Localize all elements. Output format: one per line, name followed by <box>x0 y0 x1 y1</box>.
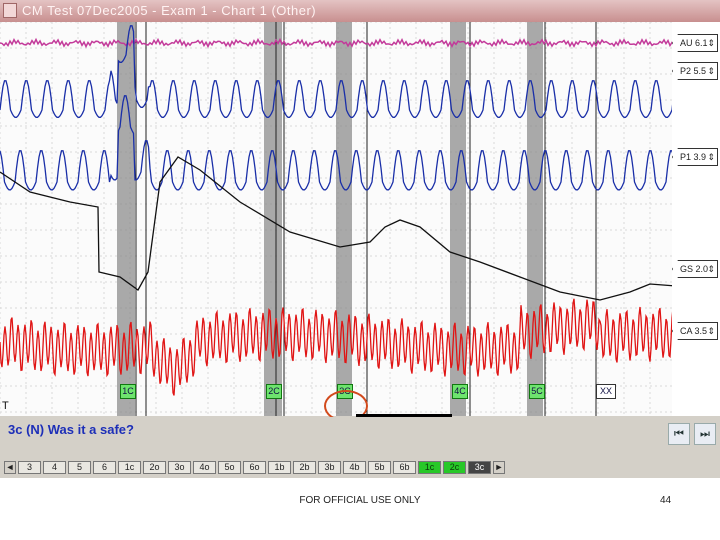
channel-au-text: AU 6.1 <box>680 38 708 48</box>
chart-tab[interactable]: 3b <box>318 461 341 474</box>
chart-tab[interactable]: 3c <box>468 461 491 474</box>
chart-tab[interactable]: 6b <box>393 461 416 474</box>
question-marker-5c[interactable]: 5C <box>529 384 545 399</box>
arrow-icon: ⇕ <box>707 66 715 76</box>
page-number: 44 <box>660 495 672 506</box>
tracings <box>0 22 676 416</box>
chart-tab[interactable]: 6o <box>243 461 266 474</box>
question-marker-2c[interactable]: 2C <box>266 384 282 399</box>
title-bar: CM Test 07Dec2005 - Exam 1 - Chart 1 (Ot… <box>0 0 720 22</box>
tab-scroll-left[interactable]: ◄ <box>4 461 16 474</box>
start-marker: T <box>2 400 9 412</box>
question-marker-4c[interactable]: 4C <box>452 384 468 399</box>
chart-tab[interactable]: 1c <box>418 461 441 474</box>
skip-forward-icon: ⏭ <box>700 428 710 440</box>
channel-gs-label[interactable]: GS 2.0 ⇕ <box>672 260 718 278</box>
arrow-icon: ⇕ <box>707 38 715 48</box>
arrow-icon: ⇕ <box>707 152 715 162</box>
window-title: CM Test 07Dec2005 - Exam 1 - Chart 1 (Ot… <box>22 3 317 18</box>
chart-tab[interactable]: 4 <box>43 461 66 474</box>
question-bar: 3c (N) Was it a safe? ⏮ ⏭ <box>0 417 720 453</box>
tab-scroll-right[interactable]: ► <box>493 461 505 474</box>
chart-tab[interactable]: 4o <box>193 461 216 474</box>
channel-p1-text: P1 3.9 <box>680 152 707 162</box>
chart-tab[interactable]: 6 <box>93 461 116 474</box>
arrow-icon: ⇕ <box>707 264 715 274</box>
chart-area[interactable] <box>0 22 676 416</box>
chart-tab[interactable]: 2c <box>443 461 466 474</box>
channel-gs-text: GS 2.0 <box>680 264 709 274</box>
chart-tab[interactable]: 1b <box>268 461 291 474</box>
channel-p1-label[interactable]: P1 3.9 ⇕ <box>672 148 718 166</box>
channel-rail: AU 6.1 ⇕ P2 5.5 ⇕ P1 3.9 ⇕ GS 2.0 ⇕ CA 3… <box>672 22 720 416</box>
chart-tab[interactable]: 2o <box>143 461 166 474</box>
chart-tab[interactable]: 4b <box>343 461 366 474</box>
channel-au-label[interactable]: AU 6.1 ⇕ <box>672 34 718 52</box>
chart-tab[interactable]: 3 <box>18 461 41 474</box>
polygraph-window: CM Test 07Dec2005 - Exam 1 - Chart 1 (Ot… <box>0 0 720 478</box>
channel-ca-label[interactable]: CA 3.5 ⇕ <box>672 322 718 340</box>
chart-tab[interactable]: 5b <box>368 461 391 474</box>
arrow-icon: ⇕ <box>707 326 715 336</box>
channel-p2-label[interactable]: P2 5.5 ⇕ <box>672 62 718 80</box>
app-icon <box>3 3 17 18</box>
skip-back-icon: ⏮ <box>674 428 684 440</box>
chart-tab[interactable]: 1c <box>118 461 141 474</box>
channel-p2-text: P2 5.5 <box>680 66 707 76</box>
channel-ca-text: CA 3.5 <box>680 326 708 336</box>
chart-tab[interactable]: 2b <box>293 461 316 474</box>
next-button[interactable]: ⏭ <box>694 423 716 445</box>
chart-tab[interactable]: 5 <box>68 461 91 474</box>
chart-tab[interactable]: 3o <box>168 461 191 474</box>
classification-footer: FOR OFFICIAL USE ONLY <box>299 495 421 506</box>
question-marker-1c[interactable]: 1C <box>120 384 136 399</box>
question-marker-xx[interactable]: XX <box>596 384 616 399</box>
chart-tab-strip: ◄ 3 4 5 6 1c 2o 3o 4o 5o 6o 1b 2b 3b 4b 5b 6b 1c 2c 3c ► <box>0 459 720 476</box>
first-button[interactable]: ⏮ <box>668 423 690 445</box>
chart-tab[interactable]: 5o <box>218 461 241 474</box>
current-question: 3c (N) Was it a safe? <box>8 422 134 437</box>
